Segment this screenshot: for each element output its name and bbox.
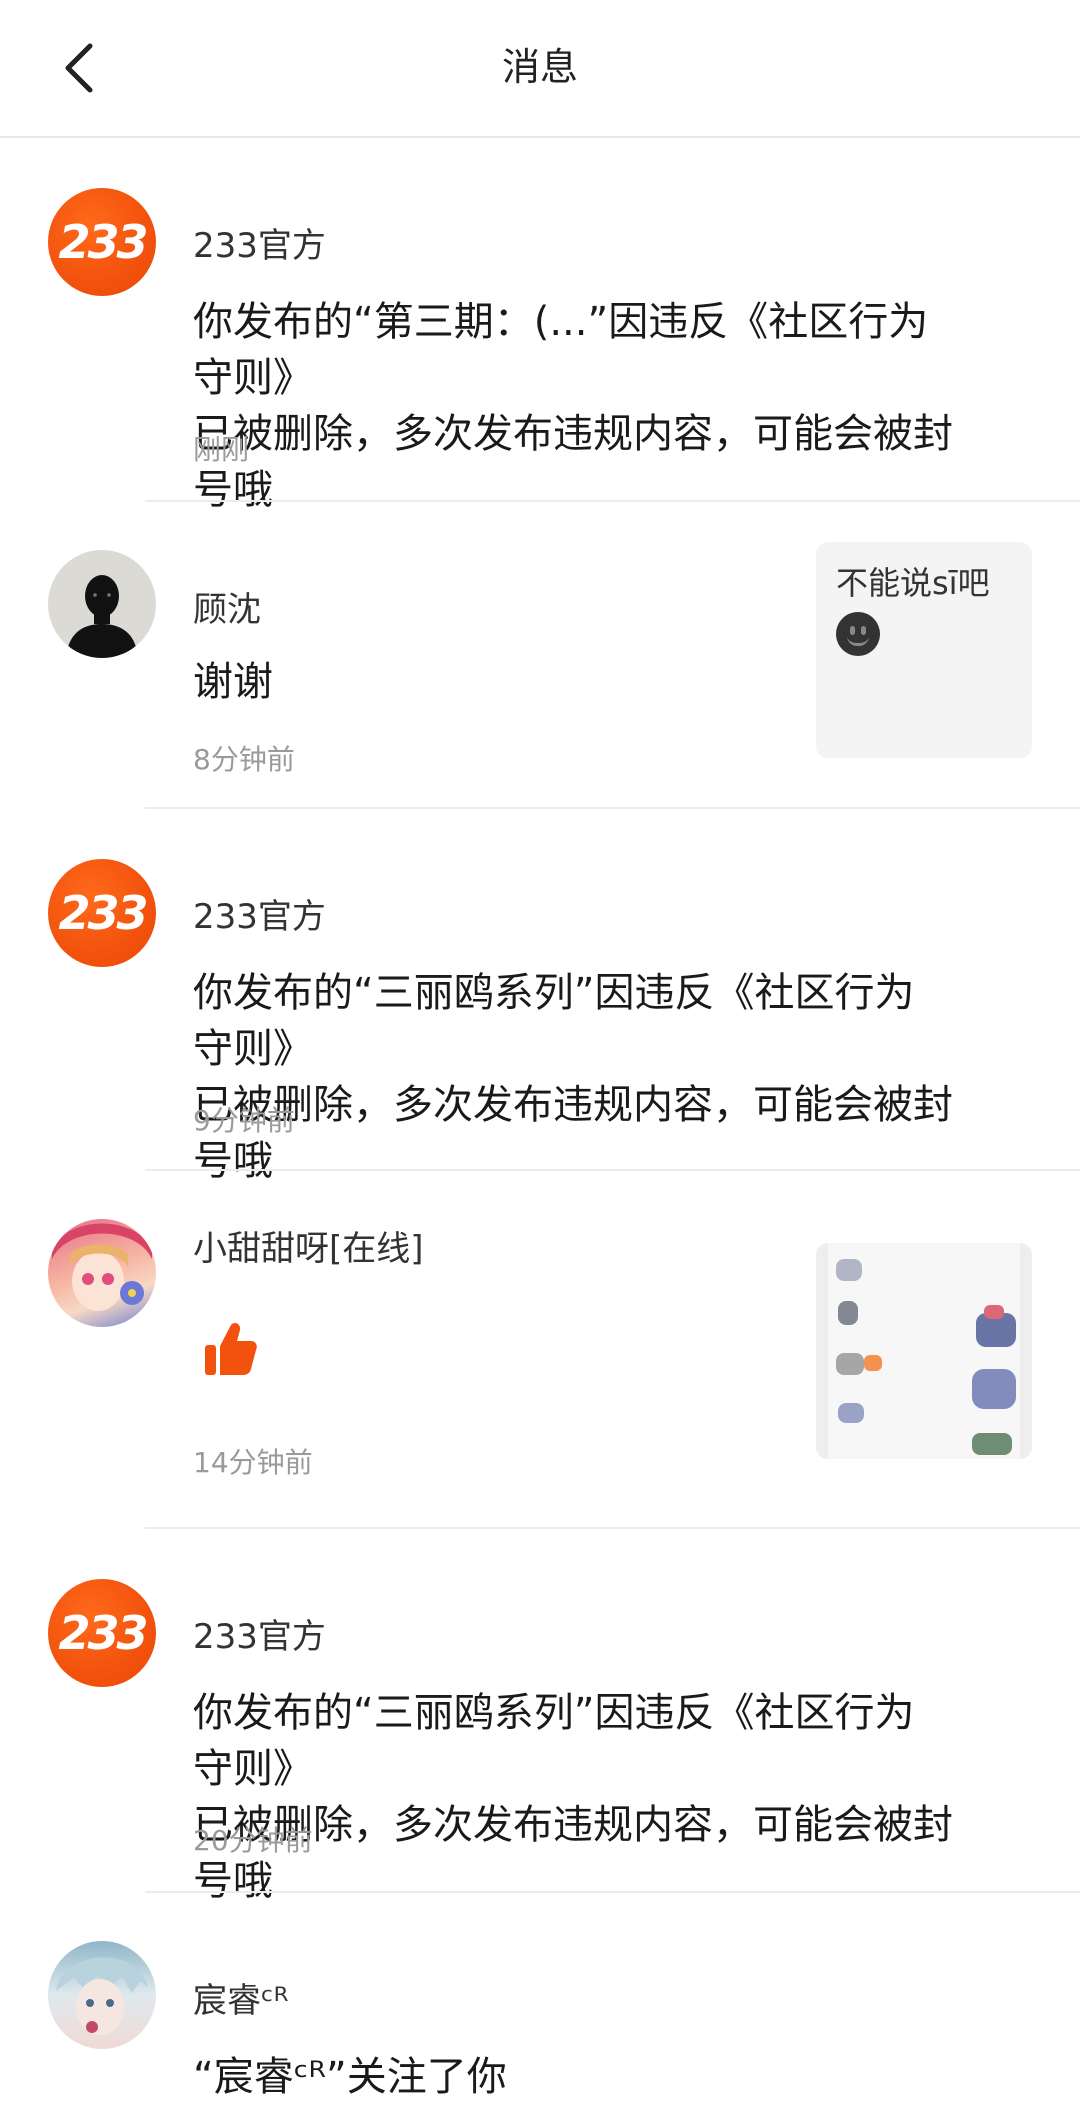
message-content-line: 你发布的“三丽鸥系列”因违反《社区行为守则》 (193, 1690, 915, 1792)
message-time: 8分钟前 (193, 743, 295, 776)
avatar-logo-text: 233 (58, 215, 148, 269)
sender-name: 233官方 (193, 1617, 326, 1657)
avatar-233-official[interactable]: 233 (48, 859, 156, 967)
sender-name: 233官方 (193, 897, 326, 937)
message-content: 你发布的“三丽鸥系列”因违反《社区行为守则》 已被删除，多次发布违规内容，可能会… (193, 965, 953, 1189)
message-item[interactable]: 233 233官方 你发布的“三丽鸥系列”因违反《社区行为守则》 已被删除，多次… (0, 1529, 1080, 1904)
message-content: 谢谢 (193, 659, 273, 705)
avatar-233-official[interactable]: 233 (48, 1579, 156, 1687)
avatar-user[interactable] (48, 1219, 156, 1327)
sender-name: 顾沈 (193, 590, 261, 630)
message-list: 233 233官方 你发布的“第三期：(...”因违反《社区行为守则》 已被删除… (0, 138, 1080, 2113)
blurred-image-thumbnail (816, 1243, 1032, 1459)
message-time: 9分钟前 (193, 1104, 295, 1137)
message-item[interactable]: 233 233官方 你发布的“第三期：(...”因违反《社区行为守则》 已被删除… (0, 138, 1080, 513)
avatar-233-official[interactable]: 233 (48, 188, 156, 296)
avatar-user[interactable] (48, 550, 156, 658)
top-navigation-bar: 消息 (0, 0, 1080, 138)
message-content (193, 1321, 393, 1381)
message-content: 你发布的“三丽鸥系列”因违反《社区行为守则》 已被删除，多次发布违规内容，可能会… (193, 1685, 953, 1909)
post-thumbnail[interactable]: 不能说sī吧 (816, 542, 1032, 758)
sender-name: 233官方 (193, 226, 326, 266)
message-item[interactable]: 233 233官方 你发布的“三丽鸥系列”因违反《社区行为守则》 已被删除，多次… (0, 809, 1080, 1184)
sender-name: 小甜甜呀[在线] (193, 1229, 424, 1269)
message-content-line: 你发布的“三丽鸥系列”因违反《社区行为守则》 (193, 970, 915, 1072)
message-content-line: 你发布的“第三期：(...”因违反《社区行为守则》 (193, 299, 929, 401)
sender-name: 宸睿ᶜᴿ (193, 1981, 289, 2021)
page-title: 消息 (501, 45, 578, 89)
message-time: 14分钟前 (193, 1446, 313, 1479)
avatar-logo-text: 233 (58, 886, 148, 940)
anime-girl-avatar-icon (52, 1223, 152, 1311)
message-content: “宸睿ᶜᴿ”关注了你 (193, 2054, 507, 2100)
smiley-icon (836, 612, 880, 656)
anime-boy-avatar-icon (56, 1957, 148, 2035)
message-item[interactable]: 小甜甜呀[在线] 14分钟前 (0, 1171, 1080, 1529)
message-item[interactable]: 顾沈 谢谢 8分钟前 不能说sī吧 (0, 502, 1080, 809)
thumbnail-text: 不能说sī吧 (836, 564, 990, 602)
thumbs-up-icon (205, 1322, 257, 1375)
message-content: 你发布的“第三期：(...”因违反《社区行为守则》 已被删除，多次发布违规内容，… (193, 294, 953, 518)
post-thumbnail[interactable] (816, 1243, 1032, 1459)
message-time: 20分钟前 (193, 1824, 313, 1857)
silhouette-avatar-icon (66, 575, 138, 658)
message-time: 刚刚 (193, 433, 250, 466)
message-item[interactable]: 宸睿ᶜᴿ “宸睿ᶜᴿ”关注了你 (0, 1893, 1080, 2113)
avatar-user[interactable] (48, 1941, 156, 2049)
avatar-logo-text: 233 (58, 1606, 148, 1660)
